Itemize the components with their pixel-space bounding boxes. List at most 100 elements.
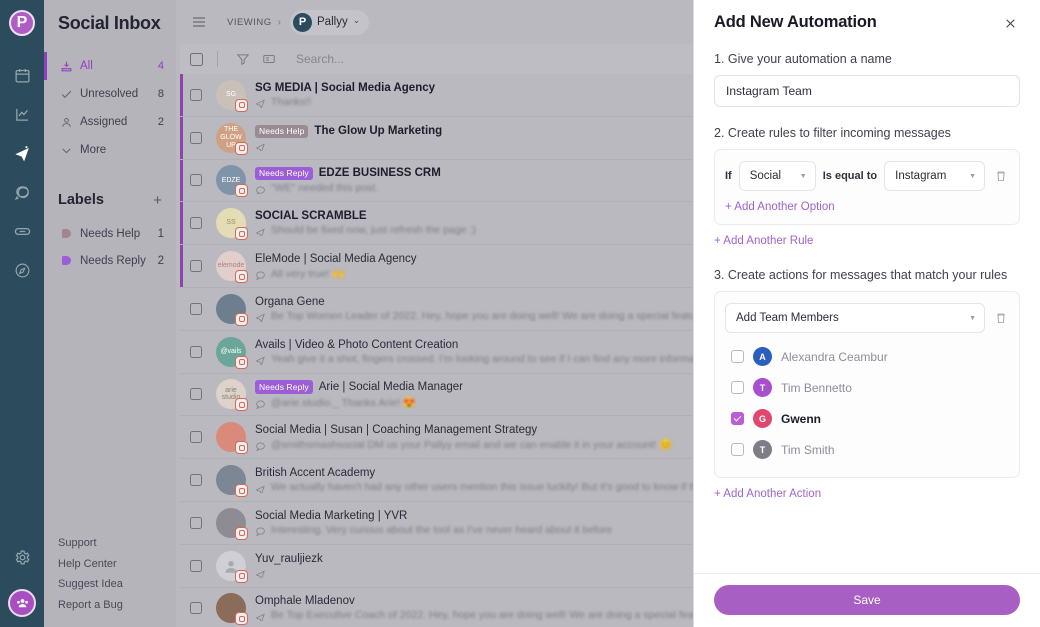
instagram-icon bbox=[235, 612, 248, 626]
rule-field-select[interactable]: Social ▼ bbox=[738, 161, 816, 191]
avatar: G bbox=[753, 409, 772, 428]
instagram-icon bbox=[235, 355, 248, 369]
view-icon[interactable] bbox=[256, 52, 282, 66]
add-another-option-link[interactable]: + Add Another Option bbox=[725, 201, 835, 213]
pallyy-logo[interactable]: P bbox=[9, 10, 35, 36]
chevron-down-icon: ▼ bbox=[799, 172, 807, 180]
rule-if-label: If bbox=[725, 170, 732, 182]
delete-rule-button[interactable] bbox=[992, 170, 1009, 182]
automation-name-input[interactable]: Instagram Team bbox=[714, 75, 1020, 107]
sidebar-item-count: 2 bbox=[157, 116, 164, 128]
row-checkbox[interactable] bbox=[190, 388, 202, 401]
footer-link-report-bug[interactable]: Report a Bug bbox=[58, 595, 176, 616]
save-button[interactable]: Save bbox=[714, 585, 1020, 615]
avatar: @vails bbox=[216, 336, 248, 369]
label-item-needs-help[interactable]: Needs Help 1 bbox=[44, 220, 176, 247]
hamburger-icon[interactable] bbox=[186, 14, 212, 30]
list-item[interactable]: A Alexandra Ceambur bbox=[725, 341, 1009, 372]
add-another-action-link[interactable]: + Add Another Action bbox=[714, 488, 821, 500]
instagram-icon bbox=[235, 184, 248, 198]
member-checkbox[interactable] bbox=[731, 350, 744, 363]
action-type-select[interactable]: Add Team Members ▼ bbox=[725, 303, 985, 333]
member-checkbox[interactable] bbox=[731, 412, 744, 425]
row-title: Social Media Marketing | YVR bbox=[255, 509, 408, 522]
row-title: EDZE BUSINESS CRM bbox=[318, 167, 441, 180]
footer-link-help-center[interactable]: Help Center bbox=[58, 554, 176, 575]
instagram-icon bbox=[235, 569, 248, 583]
row-title: The Glow Up Marketing bbox=[314, 125, 443, 138]
team-avatar[interactable] bbox=[8, 589, 36, 617]
row-preview-text: @smithsmashsocial DM us your Pallyy emai… bbox=[271, 438, 673, 451]
row-checkbox[interactable] bbox=[190, 217, 202, 230]
member-checkbox[interactable] bbox=[731, 443, 744, 456]
row-title: Omphale Mladenov bbox=[255, 595, 355, 608]
avatar: elemode bbox=[216, 251, 248, 284]
member-checkbox[interactable] bbox=[731, 381, 744, 394]
add-label-button[interactable]: + bbox=[153, 193, 162, 208]
analytics-icon[interactable] bbox=[2, 95, 42, 134]
sidebar-item-unresolved[interactable]: Unresolved 8 bbox=[44, 80, 176, 108]
gear-icon[interactable] bbox=[2, 538, 42, 577]
row-checkbox[interactable] bbox=[190, 559, 202, 572]
list-item[interactable]: G Gwenn bbox=[725, 403, 1009, 434]
send-icon[interactable] bbox=[2, 134, 42, 173]
avatar: T bbox=[753, 440, 772, 459]
link-icon[interactable] bbox=[2, 212, 42, 251]
chevron-down-icon bbox=[60, 144, 76, 157]
row-preview-text: Be Top Women Leader of 2022. Hey, hope y… bbox=[271, 309, 725, 322]
panel-header: Add New Automation bbox=[714, 0, 1020, 33]
delete-action-button[interactable] bbox=[992, 312, 1009, 324]
avatar bbox=[216, 465, 248, 498]
row-checkbox[interactable] bbox=[190, 345, 202, 358]
close-icon[interactable] bbox=[1000, 13, 1020, 33]
instagram-icon bbox=[235, 227, 248, 241]
chevron-down-icon: ▼ bbox=[969, 314, 976, 322]
sidebar-item-all[interactable]: All 4 bbox=[44, 52, 176, 80]
row-title: Arie | Social Media Manager bbox=[318, 380, 464, 393]
list-item[interactable]: T Tim Bennetto bbox=[725, 372, 1009, 403]
rule-value-select[interactable]: Instagram ▼ bbox=[884, 161, 985, 191]
row-title: EleMode | Social Media Agency bbox=[255, 252, 417, 265]
row-preview-text: @arie.studio._ Thanks Arie! 😍 bbox=[271, 396, 416, 409]
workspace-name: Pallyy bbox=[317, 16, 348, 28]
compass-icon[interactable] bbox=[2, 251, 42, 290]
comment-icon bbox=[255, 183, 266, 195]
instagram-icon bbox=[235, 141, 248, 155]
sidebar-item-more[interactable]: More bbox=[44, 136, 176, 164]
panel-footer: Save bbox=[694, 573, 1040, 627]
workspace-selector[interactable]: P Pallyy ⌄ bbox=[290, 9, 370, 35]
avatar: arie studio bbox=[216, 379, 248, 412]
list-item[interactable]: T Tim Smith bbox=[725, 434, 1009, 465]
rule-operator-label: Is equal to bbox=[822, 170, 878, 182]
row-checkbox[interactable] bbox=[190, 516, 202, 529]
row-checkbox[interactable] bbox=[190, 302, 202, 315]
row-preview-text: Interesting. Very curious about the tool… bbox=[271, 523, 613, 536]
rail-bottom-group bbox=[2, 538, 42, 627]
row-checkbox[interactable] bbox=[190, 431, 202, 444]
send-icon bbox=[255, 225, 266, 237]
filter-icon[interactable] bbox=[230, 52, 256, 66]
footer-link-suggest-idea[interactable]: Suggest Idea bbox=[58, 574, 176, 595]
instagram-icon bbox=[235, 441, 248, 455]
select-all-checkbox[interactable] bbox=[190, 52, 203, 66]
row-checkbox[interactable] bbox=[190, 260, 202, 273]
row-preview-text: Yeah give it a shot, fingers crossed. I'… bbox=[271, 352, 721, 365]
row-checkbox[interactable] bbox=[190, 131, 202, 144]
chat-icon[interactable] bbox=[2, 173, 42, 212]
footer-link-support[interactable]: Support bbox=[58, 533, 176, 554]
search-input[interactable]: Search... bbox=[282, 52, 344, 66]
row-checkbox[interactable] bbox=[190, 174, 202, 187]
label-item-label: Needs Reply bbox=[80, 254, 146, 267]
send-icon bbox=[255, 353, 266, 365]
check-icon bbox=[60, 88, 76, 101]
calendar-icon[interactable] bbox=[2, 56, 42, 95]
row-checkbox[interactable] bbox=[190, 88, 202, 101]
status-badge: Needs Reply bbox=[255, 380, 313, 394]
chevron-down-icon: ▼ bbox=[969, 172, 976, 180]
row-checkbox[interactable] bbox=[190, 602, 202, 615]
label-item-needs-reply[interactable]: Needs Reply 2 bbox=[44, 247, 176, 274]
sidebar-item-assigned[interactable]: Assigned 2 bbox=[44, 108, 176, 136]
add-another-rule-link[interactable]: + Add Another Rule bbox=[714, 235, 813, 247]
status-badge: Needs Help bbox=[255, 124, 309, 138]
row-checkbox[interactable] bbox=[190, 474, 202, 487]
